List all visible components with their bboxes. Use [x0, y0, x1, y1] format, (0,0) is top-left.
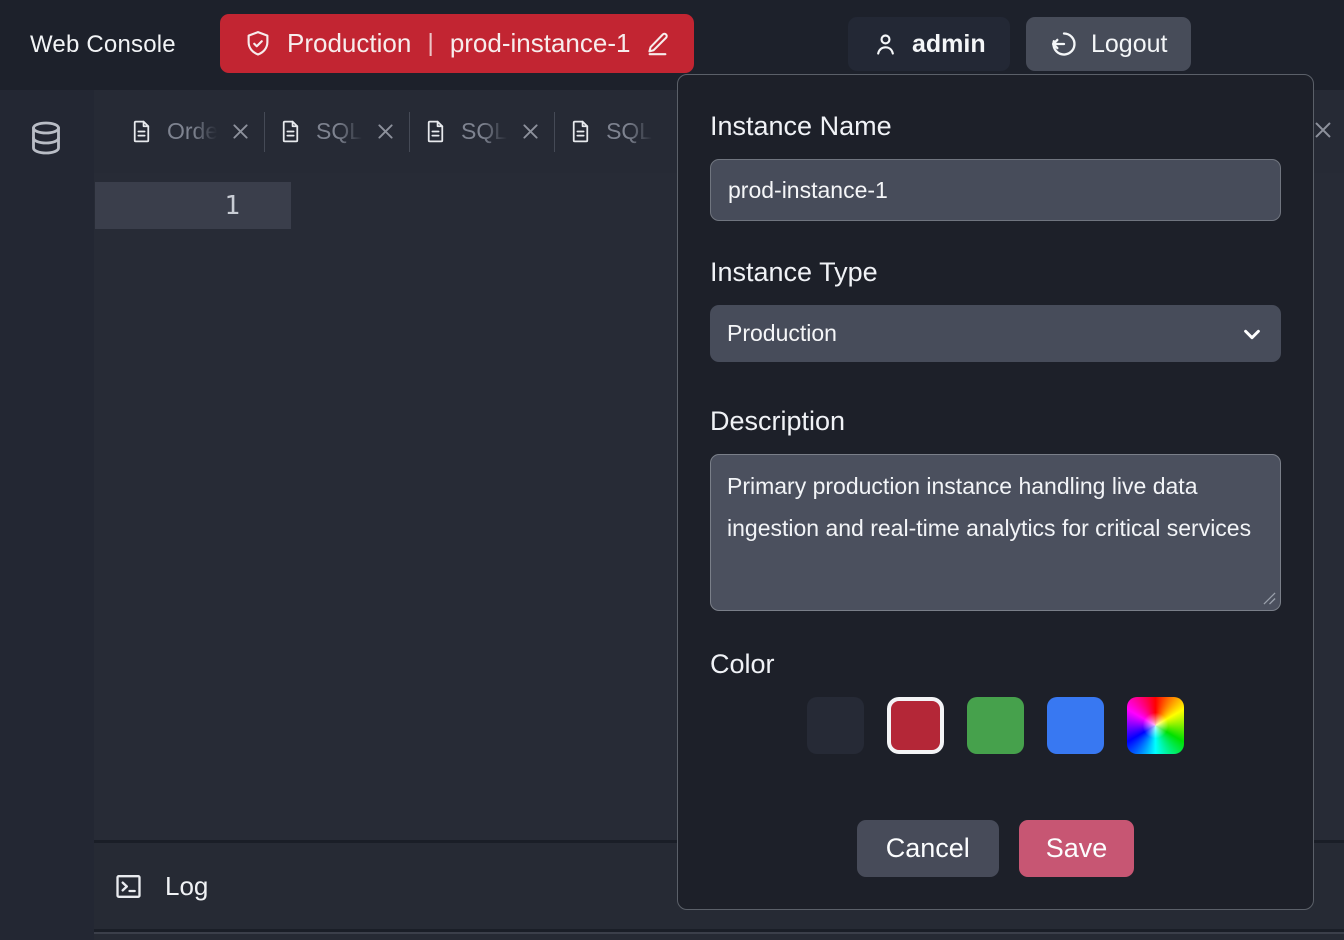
tab-close-icon-overflow[interactable]	[1312, 119, 1334, 141]
editor-current-line[interactable]: 1	[95, 182, 291, 229]
tab-orders[interactable]: Orders	[116, 90, 264, 173]
sidebar	[0, 90, 94, 940]
resize-grip-icon[interactable]	[1263, 592, 1276, 605]
color-swatch-row	[710, 697, 1281, 754]
tab-label: SQL	[461, 118, 507, 145]
instance-name-badge-label: prod-instance-1	[450, 28, 631, 59]
logout-label: Logout	[1091, 30, 1167, 59]
instance-type-label: Instance Type	[710, 257, 1281, 288]
description-textarea-wrap: Primary production instance handling liv…	[710, 454, 1281, 611]
instance-badge[interactable]: Production | prod-instance-1	[220, 14, 694, 73]
tab-sql-3[interactable]: SQL	[555, 90, 665, 173]
file-icon	[278, 119, 303, 144]
user-icon	[872, 31, 899, 58]
file-icon	[568, 119, 593, 144]
instance-name-input[interactable]	[710, 159, 1281, 221]
cancel-button[interactable]: Cancel	[857, 820, 999, 877]
instance-name-label: Instance Name	[710, 111, 1281, 142]
logout-icon	[1050, 30, 1078, 58]
modal-buttons: Cancel Save	[710, 820, 1281, 877]
log-label: Log	[165, 871, 208, 902]
badge-separator: |	[425, 29, 436, 58]
tab-sql-1[interactable]: SQL	[265, 90, 409, 173]
file-icon	[423, 119, 448, 144]
color-label: Color	[710, 649, 1281, 680]
logout-button[interactable]: Logout	[1026, 17, 1191, 71]
tab-close-icon[interactable]	[520, 121, 541, 142]
tab-close-icon[interactable]	[375, 121, 396, 142]
color-swatch-green[interactable]	[967, 697, 1024, 754]
edit-instance-modal: Instance Name Instance Type Production D…	[677, 74, 1314, 910]
tab-label: Orders	[167, 118, 217, 145]
instance-type-select[interactable]: Production	[710, 305, 1281, 362]
description-label: Description	[710, 406, 1281, 437]
file-icon	[129, 119, 154, 144]
user-chip: admin	[848, 17, 1010, 71]
description-textarea[interactable]: Primary production instance handling liv…	[710, 454, 1281, 611]
tab-close-icon[interactable]	[230, 121, 251, 142]
terminal-icon	[113, 871, 144, 902]
instance-type-badge-label: Production	[287, 28, 411, 59]
footer-strip	[94, 932, 1344, 940]
color-swatch-red[interactable]	[887, 697, 944, 754]
color-swatch-rainbow[interactable]	[1127, 697, 1184, 754]
tab-sql-2[interactable]: SQL	[410, 90, 554, 173]
shield-check-icon	[243, 29, 273, 59]
line-number: 1	[224, 191, 240, 221]
color-swatch-blue[interactable]	[1047, 697, 1104, 754]
user-name: admin	[912, 30, 986, 59]
color-swatch-default[interactable]	[807, 697, 864, 754]
chevron-down-icon	[1241, 323, 1263, 345]
tab-label: SQL	[316, 118, 362, 145]
app-title: Web Console	[30, 0, 176, 90]
save-button[interactable]: Save	[1019, 820, 1135, 877]
instance-type-value: Production	[727, 320, 837, 347]
database-icon[interactable]	[26, 118, 66, 158]
tab-label: SQL	[606, 118, 652, 145]
edit-pencil-icon[interactable]	[644, 30, 671, 57]
